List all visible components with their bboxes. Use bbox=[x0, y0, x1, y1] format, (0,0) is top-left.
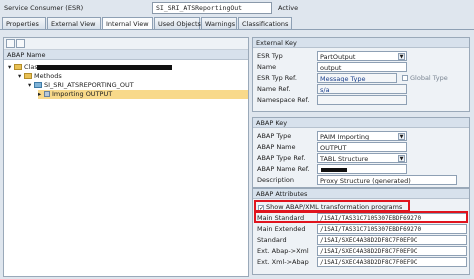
main-extended-label: Main Extended bbox=[257, 225, 306, 233]
abap-name-ref-label: ABAP Name Ref. bbox=[257, 165, 310, 173]
abap-key-group: ABAP Key ABAP Type PAIM Importing ▼ ABAP … bbox=[252, 117, 470, 188]
esr-typ-ref-label: ESR Typ Ref. bbox=[257, 74, 297, 82]
ext-abap-xml-label: Ext. Abap->Xml bbox=[257, 247, 309, 255]
expand-icon[interactable]: ▾ bbox=[18, 72, 23, 80]
tab-used-objects[interactable]: Used Objects bbox=[154, 17, 201, 29]
tree-column-header: ABAP Name bbox=[4, 50, 248, 60]
expand-icon[interactable]: ▾ bbox=[28, 81, 33, 89]
tab-warnings[interactable]: Warnings bbox=[201, 17, 237, 29]
ext-xml-abap-row: Ext. Xml->Abap /1SAI/SXEC4A38D2DF8C7F0EF… bbox=[255, 257, 467, 267]
chevron-down-icon[interactable]: ▼ bbox=[398, 53, 405, 60]
param-label: Importing OUTPUT bbox=[52, 90, 113, 98]
name-ref-link[interactable]: s/a bbox=[320, 86, 330, 93]
service-consumer-field[interactable]: SI_SRI_ATSReportingOut bbox=[152, 2, 272, 14]
tab-external-view[interactable]: External View bbox=[47, 17, 101, 29]
redacted-class-name bbox=[37, 65, 172, 70]
global-type-label: Global Type bbox=[410, 74, 448, 82]
method-icon bbox=[34, 82, 42, 88]
external-key-group: External Key ESR Typ PartOutput ▼ Name ou… bbox=[252, 37, 470, 112]
ext-xml-abap-field[interactable]: /1SAI/SXEC4A38D2DF8C7F0EF9C bbox=[317, 257, 467, 267]
main-extended-row: Main Extended /1SAI/TAS31C7105307EBDF692… bbox=[255, 224, 467, 234]
ext-abap-xml-field[interactable]: /1SAI/SXEC4A38D2DF8C7F0EF9C bbox=[317, 246, 467, 256]
expand-icon[interactable]: ▾ bbox=[8, 63, 13, 71]
folder-icon bbox=[24, 73, 32, 79]
ext-xml-abap-label: Ext. Xml->Abap bbox=[257, 258, 309, 266]
tree-row-method[interactable]: ▾ SI_SRI_ATSREPORTING_OUT bbox=[28, 81, 134, 90]
parameter-icon bbox=[44, 91, 50, 97]
namespace-ref-field[interactable] bbox=[317, 95, 407, 105]
detail-pane: External Key ESR Typ PartOutput ▼ Name ou… bbox=[252, 33, 472, 277]
methods-label: Methods bbox=[34, 72, 62, 80]
abap-type-label: ABAP Type bbox=[257, 132, 292, 140]
global-type-checkbox[interactable]: Global Type bbox=[402, 74, 448, 82]
tab-internal-view[interactable]: Internal View bbox=[102, 17, 153, 29]
main-extended-field[interactable]: /1SAI/TAS31C7105307EBDF69270 bbox=[317, 224, 467, 234]
redacted-name-ref bbox=[321, 168, 347, 172]
name-ref-field[interactable]: s/a bbox=[317, 84, 407, 94]
esr-typ-value: PartOutput bbox=[320, 53, 356, 61]
name-ref-label: Name Ref. bbox=[257, 85, 291, 93]
esr-typ-ref-field[interactable]: Message Type bbox=[317, 73, 397, 83]
abap-type-value: PAIM Importing bbox=[320, 133, 370, 141]
tree-row-methods[interactable]: ▾ Methods bbox=[18, 72, 62, 81]
tab-strip: Properties External View Internal View U… bbox=[0, 17, 474, 29]
esr-typ-ref-row: ESR Typ Ref. Message Type Global Type bbox=[255, 73, 467, 83]
abap-name-label: ABAP Name bbox=[257, 143, 296, 151]
tree-row-importing-output[interactable]: ▸ Importing OUTPUT bbox=[38, 90, 248, 99]
chevron-down-icon[interactable]: ▼ bbox=[398, 155, 405, 162]
description-field[interactable]: Proxy Structure (generated) bbox=[317, 175, 457, 185]
tree-toolbar bbox=[4, 38, 248, 50]
header-bar: Service Consumer (ESR) SI_SRI_ATSReporti… bbox=[0, 0, 474, 16]
collapse-icon[interactable]: ▸ bbox=[38, 90, 43, 98]
tab-classifications[interactable]: Classifications bbox=[238, 17, 292, 29]
tab-properties[interactable]: Properties bbox=[2, 17, 46, 29]
status-text: Active bbox=[278, 4, 299, 12]
abap-attributes-title: ABAP Attributes bbox=[253, 189, 469, 199]
esr-typ-ref-link[interactable]: Message Type bbox=[320, 75, 365, 82]
chevron-down-icon[interactable]: ▼ bbox=[398, 133, 405, 140]
name-label: Name bbox=[257, 63, 277, 71]
collapse-all-icon[interactable] bbox=[16, 39, 25, 48]
namespace-ref-label: Namespace Ref. bbox=[257, 96, 310, 104]
highlight-main-standard bbox=[254, 211, 468, 223]
name-field[interactable]: output bbox=[317, 62, 407, 72]
abap-name-field[interactable]: OUTPUT bbox=[317, 142, 407, 152]
abap-type-ref-select[interactable]: TABL Structure ▼ bbox=[317, 153, 407, 163]
method-name: SI_SRI_ATSREPORTING_OUT bbox=[44, 81, 134, 89]
tab-divider bbox=[0, 29, 474, 30]
abap-key-title: ABAP Key bbox=[253, 118, 469, 128]
abap-type-ref-label: ABAP Type Ref. bbox=[257, 154, 306, 162]
checkbox-icon[interactable] bbox=[402, 75, 408, 81]
description-label: Description bbox=[257, 176, 295, 184]
ext-abap-xml-row: Ext. Abap->Xml /1SAI/SXEC4A38D2DF8C7F0EF… bbox=[255, 246, 467, 256]
service-consumer-label: Service Consumer (ESR) bbox=[4, 4, 84, 12]
standard-row: Standard /1SAI/SXEC4A38D2DF8C7F0EF9C bbox=[255, 235, 467, 245]
folder-icon bbox=[14, 64, 22, 70]
standard-label: Standard bbox=[257, 236, 287, 244]
tree-pane: ABAP Name ▾ Class ▾ Methods ▾ SI_SRI_ATSREP… bbox=[3, 37, 249, 277]
abap-type-select[interactable]: PAIM Importing ▼ bbox=[317, 131, 407, 141]
abap-type-ref-value: TABL Structure bbox=[320, 155, 369, 163]
esr-typ-select[interactable]: PartOutput ▼ bbox=[317, 51, 407, 61]
expand-all-icon[interactable] bbox=[6, 39, 15, 48]
abap-name-ref-field[interactable] bbox=[317, 164, 407, 174]
esr-typ-label: ESR Typ bbox=[257, 52, 283, 60]
standard-field[interactable]: /1SAI/SXEC4A38D2DF8C7F0EF9C bbox=[317, 235, 467, 245]
external-key-title: External Key bbox=[253, 38, 469, 48]
